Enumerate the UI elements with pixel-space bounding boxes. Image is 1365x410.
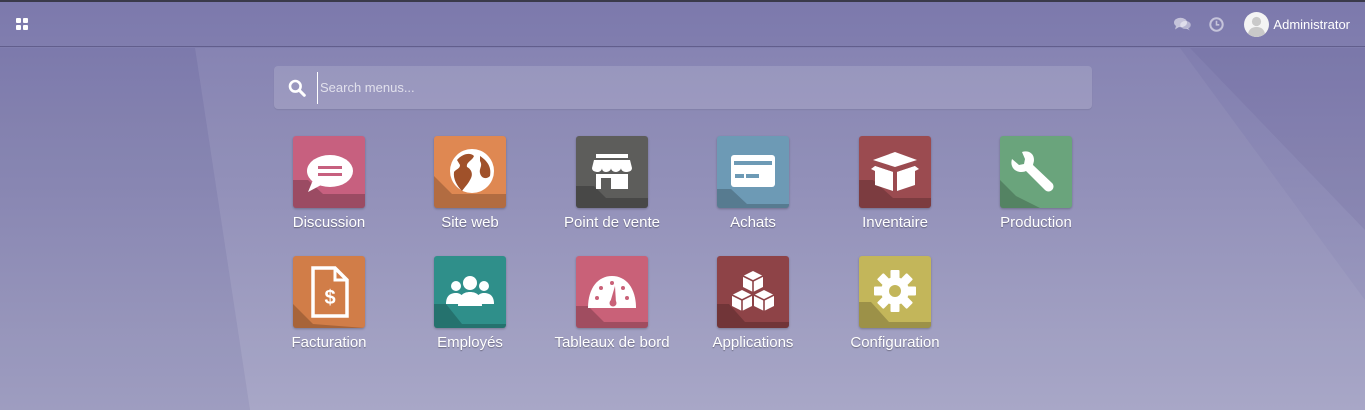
app-tile — [576, 136, 648, 208]
app-production[interactable]: Production — [965, 136, 1107, 246]
app-label: Production — [1000, 214, 1072, 231]
globe-icon — [450, 149, 494, 193]
open-box-icon — [871, 152, 919, 191]
app-facturation[interactable]: $ Facturation — [258, 256, 400, 366]
app-label: Facturation — [291, 334, 367, 351]
top-navbar: Administrator — [0, 2, 1365, 47]
clock-icon[interactable] — [1209, 16, 1225, 32]
chat-bubble-icon — [307, 155, 353, 192]
search-icon — [288, 79, 306, 97]
cog-icon — [874, 270, 916, 312]
app-configuration[interactable]: Configuration — [824, 256, 966, 366]
app-tableaux-de-bord[interactable]: Tableaux de bord — [541, 256, 683, 366]
cubes-icon — [731, 271, 775, 311]
invoice-dollar-icon: $ — [311, 266, 349, 318]
app-label: Discussion — [292, 214, 366, 231]
app-tile — [434, 136, 506, 208]
search-input[interactable] — [317, 71, 1092, 104]
app-label: Inventaire — [862, 214, 928, 231]
user-name: Administrator — [1273, 16, 1350, 32]
app-point-de-vente[interactable]: Point de vente — [541, 136, 683, 246]
app-discussion[interactable]: Discussion — [258, 136, 400, 246]
app-label: Tableaux de bord — [554, 334, 670, 351]
app-tile — [576, 256, 648, 328]
app-tile: $ — [293, 256, 365, 328]
app-label: Site web — [441, 214, 499, 231]
app-tile — [717, 256, 789, 328]
users-icon — [446, 276, 494, 306]
store-icon — [592, 154, 632, 189]
app-site-web[interactable]: Site web — [399, 136, 541, 246]
app-tile — [859, 136, 931, 208]
app-applications[interactable]: Applications — [682, 256, 824, 366]
app-tile — [293, 136, 365, 208]
app-inventaire[interactable]: Inventaire — [824, 136, 966, 246]
app-employes[interactable]: Employés — [399, 256, 541, 366]
svg-text:$: $ — [324, 287, 335, 309]
avatar — [1244, 11, 1270, 37]
app-label: Applications — [712, 334, 794, 351]
wrench-icon — [1011, 151, 1054, 192]
app-tile — [717, 136, 789, 208]
app-label: Point de vente — [564, 214, 660, 231]
credit-card-icon — [731, 155, 775, 187]
app-tile — [859, 256, 931, 328]
dashboard-gauge-icon — [588, 276, 636, 308]
app-tile — [1000, 136, 1072, 208]
app-achats[interactable]: Achats — [682, 136, 824, 246]
navbar-right: Administrator — [1156, 11, 1350, 37]
search-bar — [274, 66, 1092, 109]
app-label: Configuration — [850, 334, 940, 351]
apps-grid-icon[interactable] — [16, 18, 28, 30]
app-label: Employés — [437, 334, 503, 351]
app-label: Achats — [730, 214, 776, 231]
comments-icon[interactable] — [1174, 17, 1192, 31]
user-menu[interactable]: Administrator — [1244, 11, 1350, 37]
app-tile — [434, 256, 506, 328]
